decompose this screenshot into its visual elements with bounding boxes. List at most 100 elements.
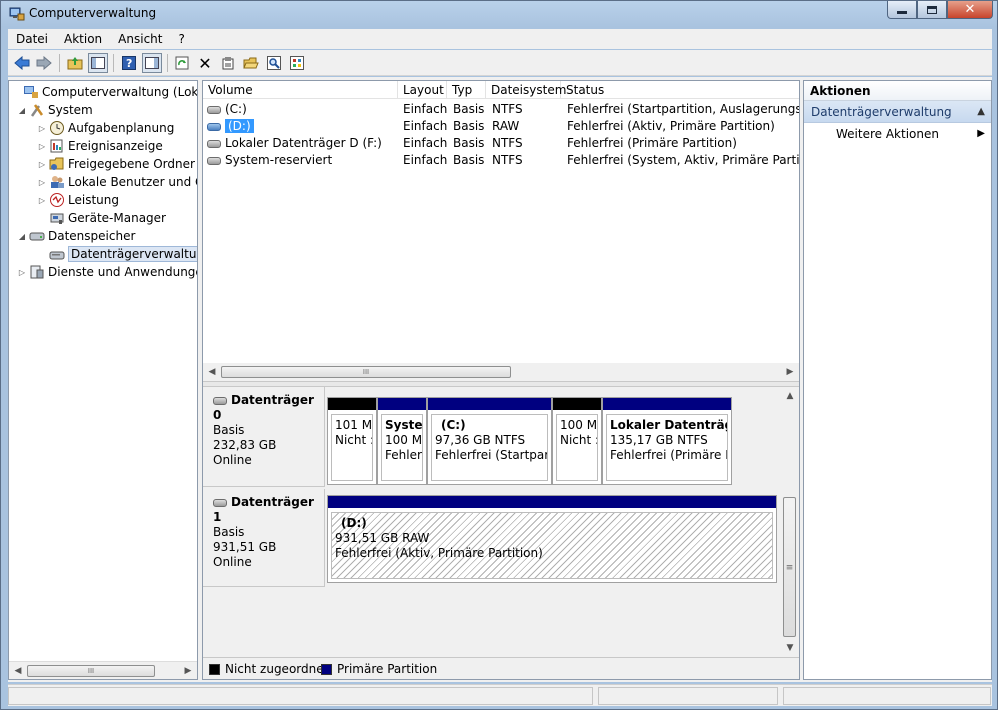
partition-unallocated[interactable]: 101 MI Nicht : [327,397,377,485]
forward-button[interactable] [34,53,54,73]
disk-management-pane: Volume Layout Typ Dateisystem Status (C:… [202,80,800,680]
scroll-right-icon[interactable]: ▶ [783,365,797,379]
volume-row-selected[interactable]: (D:) Einfach Basis RAW Fehlerfrei (Aktiv… [203,118,799,135]
partition-f[interactable]: Lokaler Datenträger135,17 GB NTFSFehlerf… [602,397,732,485]
close-icon: ✕ [964,2,976,17]
tree-label: Computerverwaltung (Lokal) [42,85,198,99]
status-bar [8,684,992,706]
magnifier-icon [267,56,281,70]
expand-icon[interactable]: ▷ [37,160,47,169]
properties-button[interactable] [218,53,238,73]
svg-text:?: ? [126,57,132,70]
up-folder-button[interactable] [65,53,85,73]
services-icon [30,265,44,279]
expand-icon[interactable]: ▷ [37,142,47,151]
tree-item-geraete-manager[interactable]: Geräte-Manager [37,209,166,227]
delete-x-icon: ✕ [198,53,212,73]
scroll-left-icon[interactable]: ◀ [205,365,219,379]
open-folder-button[interactable] [241,53,261,73]
column-typ[interactable]: Typ [447,81,486,99]
volume-row[interactable]: Lokaler Datenträger D (F:) Einfach Basis… [203,135,799,152]
menu-bar: Datei Aktion Ansicht ? [8,29,992,49]
tree-item-datentraegerverwaltung[interactable]: Datenträgerverwaltung [37,245,197,263]
scroll-down-icon[interactable]: ▼ [783,641,797,655]
legend-unallocated: Nicht zugeordnet [209,662,328,676]
tree-label: Datenspeicher [48,229,136,243]
properties-icon [222,57,234,70]
partition-d[interactable]: (D:) 931,51 GB RAW Fehlerfrei (Aktiv, Prim… [327,495,777,583]
tree-item-datenspeicher[interactable]: ◢ Datenspeicher [17,227,135,245]
tree-horizontal-scrollbar[interactable]: ◀ III ▶ [9,661,197,679]
volume-row[interactable]: (C:) Einfach Basis NTFS Fehlerfrei (Star… [203,101,799,118]
disk-icon [213,498,227,507]
expand-icon[interactable]: ▷ [37,196,47,205]
tree-item-system[interactable]: ◢ System [17,101,93,119]
tree-label: Leistung [68,193,119,207]
tree-label: Dienste und Anwendungen [48,265,198,279]
column-status[interactable]: Status [561,81,799,99]
tools-icon [30,104,44,117]
client-area: Computerverwaltung (Lokal) ◢ System ▷ Au… [8,77,992,682]
graph-vertical-scrollbar[interactable]: ▲ ≡ ▼ [781,387,799,657]
disk-1-label[interactable]: Datenträger 1 Basis 931,51 GB Online [203,489,325,587]
help-button[interactable]: ? [119,53,139,73]
menu-help[interactable]: ? [170,32,192,46]
collapse-up-icon[interactable]: ▲ [977,101,985,123]
settings-button[interactable] [287,53,307,73]
actions-section-disk-management[interactable]: Datenträgerverwaltung ▲ [804,101,991,123]
drive-icon [207,156,221,165]
tree-item-freigegebene-ordner[interactable]: ▷ Freigegebene Ordner [37,155,195,173]
partition-system-reserved[interactable]: Syster100 MIFehlerl [377,397,427,485]
action-pane-button[interactable] [142,53,162,73]
scroll-thumb[interactable]: ≡ [783,497,796,637]
action-more-actions[interactable]: Weitere Aktionen ▶ [804,123,991,143]
folder-up-icon [67,57,83,70]
scroll-thumb[interactable]: III [221,366,511,378]
refresh-button[interactable] [172,53,192,73]
scroll-up-icon[interactable]: ▲ [783,389,797,403]
expand-icon[interactable]: ▷ [37,178,47,187]
menu-ansicht[interactable]: Ansicht [110,32,170,46]
column-volume[interactable]: Volume [203,81,398,99]
tree-item-dienste[interactable]: ▷ Dienste und Anwendungen [17,263,198,281]
tree-item-ereignisanzeige[interactable]: ▷ Ereignisanzeige [37,137,163,155]
collapse-icon[interactable]: ◢ [17,232,27,241]
menu-datei[interactable]: Datei [8,32,56,46]
menu-aktion[interactable]: Aktion [56,32,110,46]
window-title: Computerverwaltung [29,6,157,20]
tree-item-aufgabenplanung[interactable]: ▷ Aufgabenplanung [37,119,174,137]
toolbar: ? ✕ [8,50,992,76]
maximize-button[interactable] [917,1,947,19]
tree-root[interactable]: Computerverwaltung (Lokal) [11,83,198,101]
volume-row[interactable]: System-reserviert Einfach Basis NTFS Feh… [203,152,799,169]
expand-icon[interactable]: ▷ [17,268,27,277]
tree-item-lokale-benutzer[interactable]: ▷ Lokale Benutzer und Gr [37,173,197,191]
legend: Nicht zugeordnet Primäre Partition [203,657,799,679]
scroll-left-icon[interactable]: ◀ [11,664,25,678]
expand-icon[interactable]: ▷ [37,124,47,133]
minimize-button[interactable] [887,1,917,19]
volume-list-horizontal-scrollbar[interactable]: ◀ III ▶ [203,363,799,381]
tree-label: System [48,103,93,117]
partition-c[interactable]: (C:)97,36 GB NTFSFehlerfrei (Startpartit [427,397,552,485]
column-layout[interactable]: Layout [398,81,447,99]
collapse-icon[interactable]: ◢ [17,106,27,115]
disk-0-label[interactable]: Datenträger 0 Basis 232,83 GB Online [203,387,325,487]
disk-icon [213,396,227,405]
scroll-right-icon[interactable]: ▶ [181,664,195,678]
help-icon: ? [122,56,136,70]
disk-0-partitions: 101 MINicht : Syster100 MIFehlerl (C:)97… [327,397,737,487]
scroll-thumb[interactable]: III [27,665,155,677]
console-tree-button[interactable] [88,53,108,73]
delete-button[interactable]: ✕ [195,53,215,73]
close-button[interactable]: ✕ [947,1,993,19]
search-button[interactable] [264,53,284,73]
back-button[interactable] [12,53,32,73]
title-bar[interactable]: Computerverwaltung ✕ [1,1,997,27]
column-dateisystem[interactable]: Dateisystem [486,81,566,99]
back-arrow-icon [14,56,30,70]
tree-label: Datenträgerverwaltung [68,246,197,262]
partition-unallocated[interactable]: 100 MI Nicht : [552,397,602,485]
actions-title: Aktionen [804,81,991,101]
tree-item-leistung[interactable]: ▷ Leistung [37,191,119,209]
